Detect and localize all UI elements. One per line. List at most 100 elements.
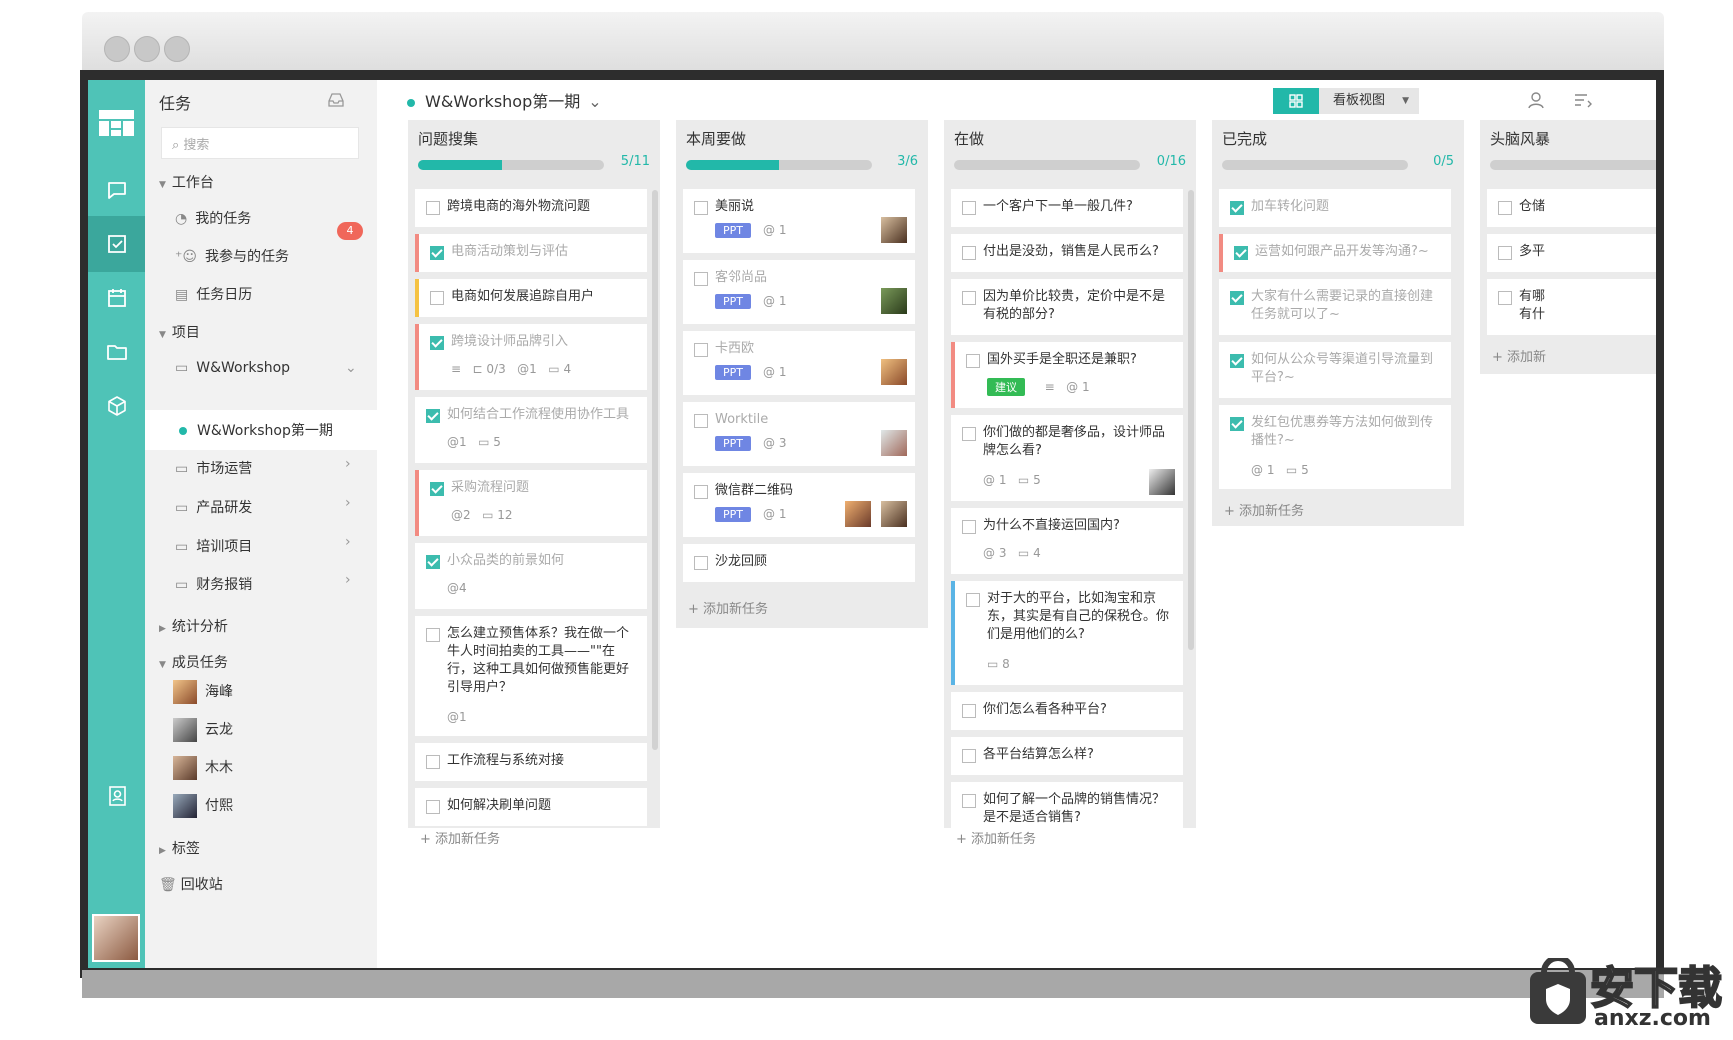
- task-card[interactable]: 各平台结算怎么样?: [951, 737, 1183, 775]
- task-checkbox[interactable]: [962, 246, 976, 260]
- section-tags[interactable]: ▶ 标签: [159, 838, 200, 858]
- task-card[interactable]: 电商活动策划与评估: [415, 234, 647, 272]
- chevron-right-icon[interactable]: ›: [345, 456, 351, 472]
- task-card[interactable]: 如何解决刷单问题: [415, 788, 647, 826]
- task-card[interactable]: 微信群二维码 PPT @ 1: [683, 473, 915, 537]
- user-avatar[interactable]: [92, 914, 140, 962]
- assignee-avatar[interactable]: [881, 288, 907, 314]
- filter-icon[interactable]: [1573, 90, 1593, 110]
- task-checkbox[interactable]: [430, 291, 444, 305]
- sidebar-trash[interactable]: 🗑 回收站: [159, 874, 223, 894]
- task-checkbox[interactable]: [694, 343, 708, 357]
- window-close-button[interactable]: [104, 36, 130, 62]
- sidebar-project-market[interactable]: ▭ 市场运营: [175, 458, 252, 478]
- project-switcher[interactable]: W&Workshop第一期 ⌄: [407, 88, 602, 112]
- task-card[interactable]: 如何从公众号等渠道引导流量到平台?~: [1219, 342, 1451, 398]
- task-checkbox[interactable]: [966, 593, 980, 607]
- section-members[interactable]: ▼ 成员任务: [159, 652, 228, 672]
- view-select[interactable]: 看板视图 ▼: [1319, 88, 1419, 114]
- rail-chat-button[interactable]: [88, 162, 145, 218]
- assignee-avatar[interactable]: [845, 501, 871, 527]
- sidebar-member-2[interactable]: 云龙: [173, 718, 233, 742]
- sidebar-project-product[interactable]: ▭ 产品研发: [175, 497, 252, 517]
- add-task-button[interactable]: + 添加新任务: [1224, 500, 1304, 519]
- task-checkbox[interactable]: [962, 520, 976, 534]
- task-card[interactable]: 付出是没劲，销售是人民币么?: [951, 234, 1183, 272]
- sidebar-member-1[interactable]: 海峰: [173, 680, 233, 704]
- add-task-button[interactable]: + 添加新任务: [688, 598, 768, 617]
- column-scrollbar[interactable]: [652, 190, 658, 750]
- task-checkbox[interactable]: [694, 485, 708, 499]
- add-task-button[interactable]: + 添加新: [1492, 346, 1546, 365]
- task-card[interactable]: 发红包优惠券等方法如何做到传播性?~ @ 1 ▭ 5: [1219, 405, 1451, 489]
- chevron-right-icon[interactable]: ›: [345, 572, 351, 588]
- sidebar-item-participated[interactable]: ⁺☺ 我参与的任务: [175, 246, 289, 266]
- rail-tasks-button[interactable]: [88, 216, 145, 272]
- task-checkbox[interactable]: [426, 755, 440, 769]
- sidebar-member-3[interactable]: 木木: [173, 756, 233, 780]
- task-card[interactable]: 小众品类的前景如何 @4: [415, 543, 647, 609]
- task-checkbox[interactable]: [694, 201, 708, 215]
- inbox-icon[interactable]: [327, 92, 345, 108]
- task-card[interactable]: 你们做的都是奢侈品，设计师品牌怎么看? @ 1 ▭ 5: [951, 415, 1183, 501]
- sidebar-item-my-tasks[interactable]: ◔ 我的任务: [175, 208, 251, 228]
- rail-contacts-button[interactable]: [88, 768, 145, 824]
- add-task-button[interactable]: + 添加新任务: [420, 828, 500, 847]
- column-scrollbar[interactable]: [1188, 190, 1194, 650]
- task-checkbox[interactable]: [966, 354, 980, 368]
- task-checkbox[interactable]: [962, 427, 976, 441]
- task-card[interactable]: 怎么建立预售体系？我在做一个牛人时间拍卖的工具——""在行，这种工具如何做预售能…: [415, 616, 647, 736]
- section-stats[interactable]: ▶ 统计分析: [159, 616, 228, 636]
- task-checkbox[interactable]: [694, 272, 708, 286]
- assignee-avatar[interactable]: [881, 430, 907, 456]
- task-card[interactable]: 跨境设计师品牌引入 ≡ ⊏ 0/3 @1 ▭ 4: [415, 324, 647, 390]
- sidebar-item-calendar[interactable]: ▤ 任务日历: [175, 284, 252, 304]
- task-checkbox[interactable]: [1498, 246, 1512, 260]
- task-card[interactable]: 工作流程与系统对接: [415, 743, 647, 781]
- task-checkbox[interactable]: [1498, 201, 1512, 215]
- task-card[interactable]: 采购流程问题 @2 ▭ 12: [415, 470, 647, 536]
- assignee-avatar[interactable]: [881, 217, 907, 243]
- sidebar-project-training[interactable]: ▭ 培训项目: [175, 536, 252, 556]
- sidebar-project-finance[interactable]: ▭ 财务报销: [175, 574, 252, 594]
- task-card[interactable]: 运营如何跟产品开发等沟通?~: [1219, 234, 1451, 272]
- task-card[interactable]: 因为单价比较贵，定价中是不是有税的部分?: [951, 279, 1183, 335]
- task-checkbox[interactable]: [1234, 246, 1248, 260]
- rail-calendar-button[interactable]: [88, 270, 145, 326]
- task-checkbox[interactable]: [426, 201, 440, 215]
- members-icon[interactable]: [1527, 90, 1547, 110]
- task-card[interactable]: 一个客户下一单一般几件?: [951, 189, 1183, 227]
- task-checkbox[interactable]: [962, 291, 976, 305]
- task-checkbox[interactable]: [962, 794, 976, 808]
- task-checkbox[interactable]: [426, 555, 440, 569]
- task-card[interactable]: 对于大的平台，比如淘宝和京东，其实是有自己的保税仓。你们是用他们的么? ▭ 8: [951, 581, 1183, 685]
- task-checkbox[interactable]: [426, 628, 440, 642]
- window-zoom-button[interactable]: [164, 36, 190, 62]
- assignee-avatar[interactable]: [881, 501, 907, 527]
- board-view-toggle[interactable]: [1273, 88, 1319, 114]
- search-input[interactable]: ⌕ 搜索: [161, 127, 359, 159]
- sidebar-member-4[interactable]: 付熙: [173, 794, 233, 818]
- task-card[interactable]: 你们怎么看各种平台?: [951, 692, 1183, 730]
- task-card[interactable]: 如何了解一个品牌的销售情况？是不是适合销售?: [951, 782, 1183, 828]
- task-card[interactable]: 美丽说 PPT @ 1: [683, 189, 915, 253]
- task-checkbox[interactable]: [1230, 201, 1244, 215]
- task-card[interactable]: 加车转化问题: [1219, 189, 1451, 227]
- task-checkbox[interactable]: [426, 800, 440, 814]
- task-checkbox[interactable]: [962, 749, 976, 763]
- task-card[interactable]: 客邻尚品 PPT @ 1: [683, 260, 915, 324]
- rail-apps-button[interactable]: [88, 378, 145, 434]
- task-card[interactable]: 如何结合工作流程使用协作工具 @1 ▭ 5: [415, 397, 647, 463]
- task-checkbox[interactable]: [1230, 417, 1244, 431]
- task-card[interactable]: 卡西欧 PPT @ 1: [683, 331, 915, 395]
- add-task-button[interactable]: + 添加新任务: [956, 828, 1036, 847]
- task-card[interactable]: 电商如何发展追踪自用户: [415, 279, 647, 317]
- chevron-right-icon[interactable]: ›: [345, 495, 351, 511]
- task-checkbox[interactable]: [430, 336, 444, 350]
- assignee-avatar[interactable]: [881, 359, 907, 385]
- task-checkbox[interactable]: [694, 414, 708, 428]
- chevron-down-icon[interactable]: ⌄: [345, 360, 357, 376]
- task-card[interactable]: 为什么不直接运回国内? @ 3 ▭ 4: [951, 508, 1183, 574]
- chevron-right-icon[interactable]: ›: [345, 534, 351, 550]
- section-projects[interactable]: ▼ 项目: [159, 322, 200, 342]
